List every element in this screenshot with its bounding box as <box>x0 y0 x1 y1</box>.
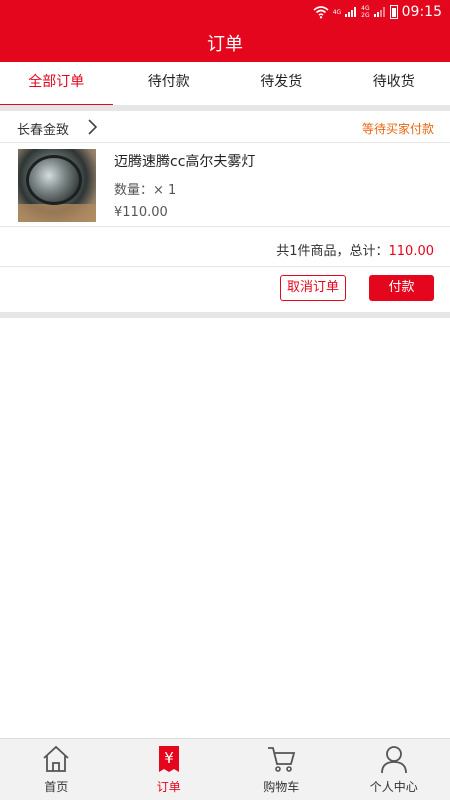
nav-cart[interactable]: 购物车 <box>225 739 338 800</box>
nav-orders[interactable]: ¥ 订单 <box>113 739 226 800</box>
cancel-order-button[interactable]: 取消订单 <box>280 275 346 301</box>
clock: 09:15 <box>401 4 442 20</box>
shop-name: 长春金致 <box>17 123 70 138</box>
signal-icon-2 <box>373 7 386 17</box>
divider <box>0 312 450 318</box>
network-label-2: 4G 2G <box>361 5 370 19</box>
battery-icon <box>389 5 398 19</box>
bottom-nav: 首页 ¥ 订单 购物车 个人中心 <box>0 738 450 800</box>
cart-icon <box>268 747 296 772</box>
order-actions: 取消订单 付款 <box>0 267 450 312</box>
nav-profile-label: 个人中心 <box>369 780 418 794</box>
nav-orders-label: 订单 <box>156 780 181 794</box>
order-status: 等待买家付款 <box>361 122 434 136</box>
tab-pending-payment[interactable]: 待付款 <box>113 62 226 105</box>
order-tabs: 全部订单 待付款 待发货 待收货 <box>0 62 450 107</box>
status-bar: 4G 4G 2G 09:15 <box>0 0 450 28</box>
person-icon <box>380 746 407 774</box>
nav-home[interactable]: 首页 <box>0 739 113 800</box>
product-name: 迈腾速腾cc高尔夫雾灯 <box>114 154 256 170</box>
home-icon <box>43 745 69 772</box>
tab-pending-receipt[interactable]: 待收货 <box>338 62 450 105</box>
product-quantity: 数量：× 1 <box>114 183 177 198</box>
page-title: 订单 <box>0 28 450 62</box>
pay-button[interactable]: 付款 <box>369 275 434 301</box>
nav-cart-label: 购物车 <box>263 780 300 794</box>
order-yen-icon: ¥ <box>158 746 179 772</box>
nav-profile[interactable]: 个人中心 <box>338 739 450 800</box>
signal-icon <box>345 7 357 17</box>
network-label-1: 4G <box>332 8 342 16</box>
wifi-icon <box>313 6 329 19</box>
shop-row[interactable]: 长春金致 等待买家付款 <box>0 111 450 143</box>
summary-text: 共1件商品，总计： <box>276 244 389 259</box>
product-image <box>18 149 96 222</box>
tab-pending-shipment[interactable]: 待发货 <box>225 62 338 105</box>
product-price: ¥110.00 <box>114 205 168 220</box>
tab-all-orders[interactable]: 全部订单 <box>0 62 113 107</box>
order-item[interactable]: 迈腾速腾cc高尔夫雾灯 数量：× 1 ¥110.00 <box>0 143 450 227</box>
total-amount: 110.00 <box>388 244 435 259</box>
svg-text:¥: ¥ <box>164 749 174 767</box>
chevron-right-icon <box>88 119 98 135</box>
order-summary: 共1件商品，总计：110.00 <box>0 228 450 267</box>
status-bar-icons: 4G 4G 2G 09:15 <box>313 4 442 20</box>
order-total: 共1件商品，总计：110.00 <box>276 240 434 259</box>
nav-home-label: 首页 <box>44 780 69 794</box>
